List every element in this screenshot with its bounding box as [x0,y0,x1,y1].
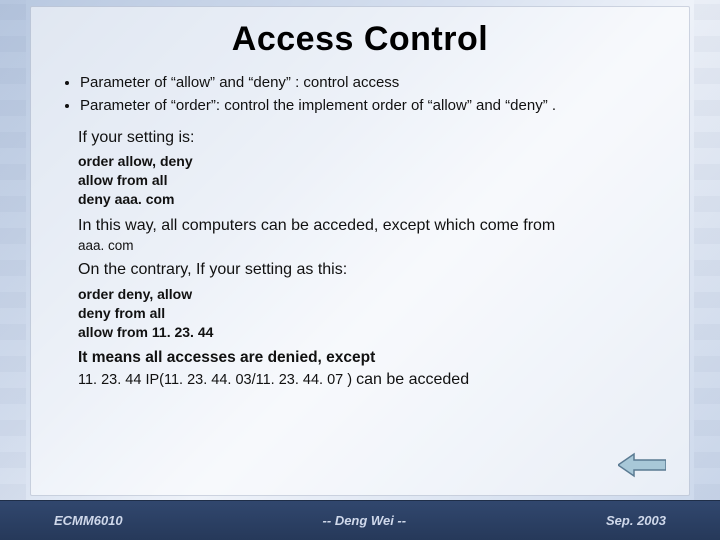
slide-title: Access Control [56,20,664,59]
footer-date: Sep. 2003 [606,513,666,528]
decor-strip-left [0,0,26,500]
bullet-item: Parameter of “allow” and “deny” : contro… [80,73,664,93]
slide-content: Access Control Parameter of “allow” and … [30,6,690,496]
slide: Access Control Parameter of “allow” and … [0,0,720,540]
config-block-2: order deny, allow deny from all allow fr… [78,285,664,342]
footer-course-code: ECMM6010 [54,513,123,528]
result-text-1: In this way, all computers can be accede… [78,215,664,237]
bullet-item: Parameter of “order”: control the implem… [80,96,664,116]
intro-text-1: If your setting is: [78,127,664,149]
ip-range-text: 11. 23. 44 IP(11. 23. 44. 03/11. 23. 44.… [78,372,356,388]
footer-bar: ECMM6010 -- Deng Wei -- Sep. 2003 [0,500,720,540]
result-suffix: can be acceded [356,371,469,388]
decor-strip-right [694,0,720,500]
config-block-1: order allow, deny allow from all deny aa… [78,152,664,209]
intro-text-2: On the contrary, If your setting as this… [78,259,664,281]
arrow-shape [618,454,666,476]
result-host-1: aaa. com [78,238,664,253]
result-text-2: It means all accesses are denied, except [78,348,664,369]
bullet-list: Parameter of “allow” and “deny” : contro… [62,73,664,117]
left-arrow-icon [618,452,666,478]
footer-author: -- Deng Wei -- [123,513,606,528]
result-detail-2: 11. 23. 44 IP(11. 23. 44. 03/11. 23. 44.… [78,369,664,391]
